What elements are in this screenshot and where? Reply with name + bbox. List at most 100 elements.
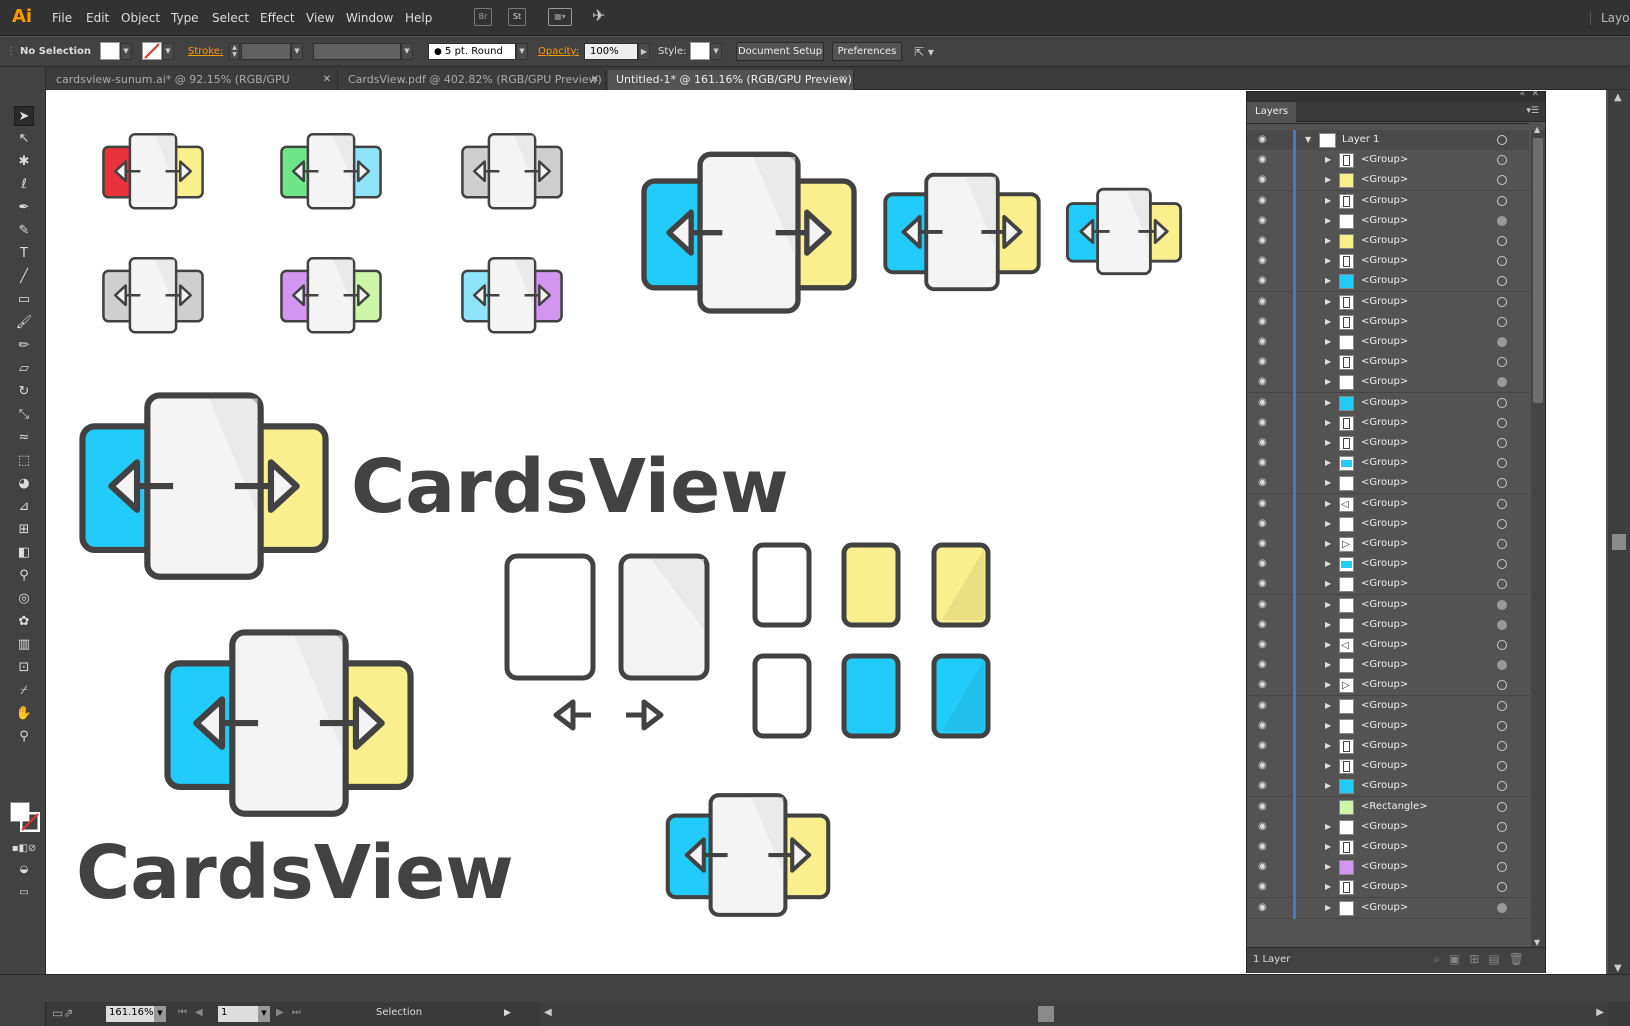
- sublayer-row[interactable]: ◉ ▶ <Group>: [1247, 413, 1529, 434]
- expand-triangle-icon[interactable]: ▶: [1325, 679, 1331, 691]
- target-circle-icon[interactable]: [1497, 418, 1507, 428]
- target-circle-icon[interactable]: [1497, 196, 1507, 206]
- stroke-dropdown[interactable]: ▼: [162, 43, 174, 60]
- target-circle-icon[interactable]: [1497, 882, 1507, 892]
- vertical-scrollbar[interactable]: ▲ ▼: [1608, 90, 1630, 976]
- sublayer-row[interactable]: ◉ ▶ <Group>: [1247, 817, 1529, 838]
- symbol-sprayer-tool-icon[interactable]: ✿: [14, 612, 34, 632]
- target-circle-icon[interactable]: [1497, 478, 1507, 488]
- visibility-eye-icon[interactable]: ◉: [1258, 498, 1271, 510]
- expand-triangle-icon[interactable]: ▶: [1325, 558, 1331, 570]
- target-circle-icon[interactable]: [1497, 741, 1507, 751]
- direct-selection-tool-icon[interactable]: ↖: [14, 129, 34, 149]
- visibility-eye-icon[interactable]: ◉: [1258, 356, 1271, 368]
- expand-triangle-icon[interactable]: ▶: [1325, 477, 1331, 489]
- sublayer-row[interactable]: ◉ ▶ <Group>: [1247, 332, 1529, 353]
- panel-menu-icon[interactable]: ▾☰: [1526, 106, 1539, 116]
- sublayer-row[interactable]: ◉ <Rectangle>: [1247, 797, 1529, 818]
- fill-stroke-widget[interactable]: [10, 802, 40, 832]
- target-circle-icon[interactable]: [1497, 236, 1507, 246]
- expand-triangle-icon[interactable]: ▶: [1325, 275, 1331, 287]
- sublayer-row[interactable]: ◉ ▶ <Group>: [1247, 776, 1529, 797]
- sublayer-row[interactable]: ◉ ▶ <Group>: [1247, 837, 1529, 858]
- target-circle-icon[interactable]: [1497, 438, 1507, 448]
- sublayer-row[interactable]: ◉ ▶ <Group>: [1247, 857, 1529, 878]
- paintbrush-tool-icon[interactable]: 🖌: [14, 313, 34, 333]
- target-circle-icon[interactable]: [1497, 317, 1507, 327]
- expand-triangle-icon[interactable]: ▶: [1325, 659, 1331, 671]
- expand-triangle-icon[interactable]: ▶: [1325, 538, 1331, 550]
- visibility-eye-icon[interactable]: ◉: [1258, 760, 1271, 772]
- close-tab-icon[interactable]: ✕: [839, 70, 847, 90]
- arrange-icon[interactable]: ⇱ ▾: [914, 42, 934, 62]
- target-circle-icon[interactable]: [1497, 802, 1507, 812]
- draw-mode-icon[interactable]: ◒: [8, 860, 40, 880]
- stroke-label[interactable]: Stroke:: [188, 42, 223, 62]
- sublayer-row[interactable]: ◉ ▶ <Group>: [1247, 191, 1529, 212]
- target-circle-icon[interactable]: [1497, 458, 1507, 468]
- visibility-eye-icon[interactable]: ◉: [1258, 518, 1271, 530]
- sublayer-row[interactable]: ◉ ▶ <Group>: [1247, 292, 1529, 313]
- shape-builder-tool-icon[interactable]: ◕: [14, 474, 34, 494]
- sublayer-row[interactable]: ◉ ▶ <Group>: [1247, 514, 1529, 535]
- visibility-eye-icon[interactable]: ◉: [1258, 235, 1271, 247]
- rectangle-tool-icon[interactable]: ▭: [14, 290, 34, 310]
- visibility-eye-icon[interactable]: ◉: [1258, 720, 1271, 732]
- opacity-label[interactable]: Opacity:: [538, 42, 579, 62]
- expand-triangle-icon[interactable]: ▶: [1325, 154, 1331, 166]
- target-circle-icon[interactable]: [1497, 680, 1507, 690]
- layers-footer-buttons[interactable]: ⌕▣⊞▤🗑: [1433, 952, 1533, 967]
- target-circle-icon[interactable]: [1497, 297, 1507, 307]
- target-circle-icon[interactable]: [1497, 620, 1507, 630]
- menu-item[interactable]: Edit: [86, 11, 109, 25]
- target-circle-icon[interactable]: [1497, 721, 1507, 731]
- sublayer-row[interactable]: ◉ ▶ <Group>: [1247, 716, 1529, 737]
- target-circle-icon[interactable]: [1497, 276, 1507, 286]
- sublayer-row[interactable]: ◉ ▶ <Group>: [1247, 393, 1529, 414]
- target-circle-icon[interactable]: [1497, 903, 1507, 913]
- sublayer-row[interactable]: ◉ ▶ ▷ <Group>: [1247, 675, 1529, 696]
- graphic-style-swatch[interactable]: [690, 42, 710, 60]
- stock-icon[interactable]: St: [508, 8, 526, 26]
- curvature-tool-icon[interactable]: ✎: [14, 221, 34, 241]
- target-circle-icon[interactable]: [1497, 337, 1507, 347]
- target-circle-icon[interactable]: [1497, 862, 1507, 872]
- visibility-eye-icon[interactable]: ◉: [1258, 437, 1271, 449]
- selection-tool-icon[interactable]: ➤: [14, 106, 34, 126]
- target-circle-icon[interactable]: [1497, 559, 1507, 569]
- visibility-eye-icon[interactable]: ◉: [1258, 417, 1271, 429]
- target-circle-icon[interactable]: [1497, 660, 1507, 670]
- expand-triangle-icon[interactable]: ▶: [1325, 902, 1331, 914]
- sublayer-row[interactable]: ◉ ▶ <Group>: [1247, 898, 1529, 919]
- artboard-nav-icon[interactable]: ▭⇗: [52, 1006, 73, 1022]
- layers-scroll-thumb[interactable]: [1533, 138, 1543, 403]
- visibility-eye-icon[interactable]: ◉: [1258, 316, 1271, 328]
- zoom-field[interactable]: 161.16%: [106, 1006, 154, 1022]
- expand-triangle-icon[interactable]: ▶: [1325, 720, 1331, 732]
- variable-width-profile[interactable]: [313, 43, 401, 60]
- sublayer-row[interactable]: ◉ ▶ <Group>: [1247, 170, 1529, 191]
- bridge-icon[interactable]: Br: [474, 8, 492, 26]
- visibility-eye-icon[interactable]: ◉: [1258, 255, 1271, 267]
- color-mode-icons[interactable]: ▪◧⊘: [8, 839, 40, 859]
- sublayer-row[interactable]: ◉ ▶ <Group>: [1247, 736, 1529, 757]
- menu-item[interactable]: Window: [346, 11, 393, 25]
- target-circle-icon[interactable]: [1497, 539, 1507, 549]
- target-circle-icon[interactable]: [1497, 822, 1507, 832]
- visibility-eye-icon[interactable]: ◉: [1258, 397, 1271, 409]
- slice-tool-icon[interactable]: ⌿: [14, 681, 34, 701]
- visibility-eye-icon[interactable]: ◉: [1258, 457, 1271, 469]
- magic-wand-tool-icon[interactable]: ✱: [14, 152, 34, 172]
- menu-item[interactable]: Object: [121, 11, 160, 25]
- visibility-eye-icon[interactable]: ◉: [1258, 821, 1271, 833]
- expand-triangle-icon[interactable]: ▶: [1325, 760, 1331, 772]
- visibility-eye-icon[interactable]: ◉: [1258, 599, 1271, 611]
- artboard-next-buttons[interactable]: ▶⏭: [276, 1006, 309, 1022]
- visibility-eye-icon[interactable]: ◉: [1258, 780, 1271, 792]
- expand-triangle-icon[interactable]: ▶: [1325, 235, 1331, 247]
- zoom-tool-icon[interactable]: ⚲: [14, 727, 34, 747]
- target-circle-icon[interactable]: [1497, 377, 1507, 387]
- mesh-tool-icon[interactable]: ⊞: [14, 520, 34, 540]
- visibility-eye-icon[interactable]: ◉: [1258, 881, 1271, 893]
- visibility-eye-icon[interactable]: ◉: [1258, 679, 1271, 691]
